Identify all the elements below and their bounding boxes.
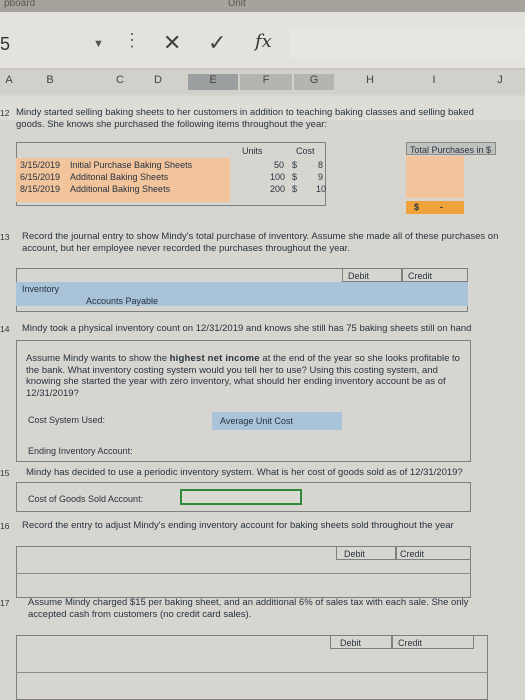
column-header[interactable]: A bbox=[2, 74, 16, 90]
purchase-date: 6/15/2019 bbox=[20, 172, 61, 182]
question-text: Record the journal entry to show Mindy's… bbox=[22, 231, 499, 254]
ribbon-tab[interactable]: pboard bbox=[4, 0, 35, 9]
formula-input[interactable] bbox=[290, 28, 525, 58]
row-number: 12 bbox=[0, 108, 10, 118]
ending-inventory-label: Ending Inventory Account: bbox=[28, 446, 133, 456]
column-header[interactable]: B bbox=[30, 74, 70, 90]
chevron-down-icon[interactable]: ▼ bbox=[93, 38, 104, 50]
total-purchases-input[interactable] bbox=[406, 156, 464, 198]
credit-header: Credit bbox=[400, 549, 425, 559]
question-text: Mindy has decided to use a periodic inve… bbox=[26, 467, 463, 478]
column-header[interactable]: H bbox=[350, 74, 390, 90]
purchase-cost: 8 bbox=[318, 160, 324, 170]
debit-header: Debit bbox=[340, 638, 362, 648]
question-paragraph: Assume Mindy wants to show the highest n… bbox=[26, 353, 460, 399]
purchase-description: Initial Purchase Baking Sheets bbox=[70, 160, 193, 170]
purchase-currency: $ bbox=[292, 172, 298, 182]
purchase-currency: $ bbox=[292, 184, 298, 194]
column-header[interactable]: C bbox=[100, 74, 140, 90]
journal-account: Inventory bbox=[22, 284, 60, 294]
question-text: Assume Mindy charged $15 per baking shee… bbox=[28, 597, 469, 620]
purchase-date: 3/15/2019 bbox=[20, 160, 61, 170]
ribbon-tab-strip bbox=[0, 0, 525, 12]
purchase-description: Additional Baking Sheets bbox=[70, 184, 171, 194]
cost-system-value: Average Unit Cost bbox=[220, 416, 293, 426]
row-number: 15 bbox=[0, 468, 10, 478]
cogs-label: Cost of Goods Sold Account: bbox=[28, 494, 144, 504]
row-number: 13 bbox=[0, 232, 10, 242]
column-header[interactable]: D bbox=[138, 74, 178, 90]
total-currency: $ bbox=[414, 202, 420, 212]
ribbon-tab[interactable]: Unit bbox=[228, 0, 246, 9]
row-number: 14 bbox=[0, 324, 10, 334]
column-header[interactable]: F bbox=[240, 74, 292, 90]
total-purchases-header: Total Purchases in $ bbox=[410, 145, 492, 155]
purchase-cost: 10 bbox=[316, 184, 327, 194]
emphasis-text: highest net income bbox=[169, 353, 260, 364]
more-options-icon[interactable]: ⋮ bbox=[123, 30, 141, 51]
column-header[interactable]: G bbox=[294, 74, 334, 90]
cancel-button[interactable]: ✕ bbox=[163, 30, 181, 56]
table-divider bbox=[16, 573, 471, 574]
purchase-date: 8/15/2019 bbox=[20, 184, 61, 194]
question-text: Record the entry to adjust Mindy's endin… bbox=[22, 520, 454, 531]
journal-account: Accounts Payable bbox=[86, 296, 159, 306]
cost-system-label: Cost System Used: bbox=[28, 415, 106, 425]
table-divider bbox=[16, 672, 488, 673]
debit-header: Debit bbox=[348, 271, 370, 281]
debit-header: Debit bbox=[344, 549, 366, 559]
question-text: Mindy started selling baking sheets to h… bbox=[16, 107, 474, 130]
question-text: Mindy took a physical inventory count on… bbox=[22, 323, 472, 334]
purchase-currency: $ bbox=[292, 160, 298, 170]
purchase-units: 100 bbox=[270, 172, 286, 182]
column-header[interactable]: E bbox=[188, 74, 238, 90]
cell-reference-box[interactable]: 5 bbox=[0, 34, 10, 55]
insert-function-button[interactable]: fx bbox=[255, 31, 272, 52]
row-number: 17 bbox=[0, 598, 10, 608]
column-header[interactable]: J bbox=[480, 74, 520, 90]
credit-header: Credit bbox=[398, 638, 423, 648]
credit-header: Credit bbox=[408, 271, 433, 281]
column-header[interactable]: I bbox=[414, 74, 454, 90]
enter-button[interactable]: ✓ bbox=[208, 30, 226, 56]
purchase-units: 50 bbox=[274, 160, 285, 170]
purchase-cost: 9 bbox=[318, 172, 324, 182]
purchase-units: 200 bbox=[270, 184, 286, 194]
total-value: - bbox=[440, 202, 443, 212]
journal-line-highlight bbox=[16, 282, 468, 294]
journal-line-highlight bbox=[16, 294, 468, 306]
cogs-input[interactable] bbox=[180, 489, 302, 505]
purchase-description: Additonal Baking Sheets bbox=[70, 172, 169, 182]
cost-header: Cost bbox=[296, 146, 315, 156]
row-number: 16 bbox=[0, 521, 10, 531]
units-header: Units bbox=[242, 146, 263, 156]
